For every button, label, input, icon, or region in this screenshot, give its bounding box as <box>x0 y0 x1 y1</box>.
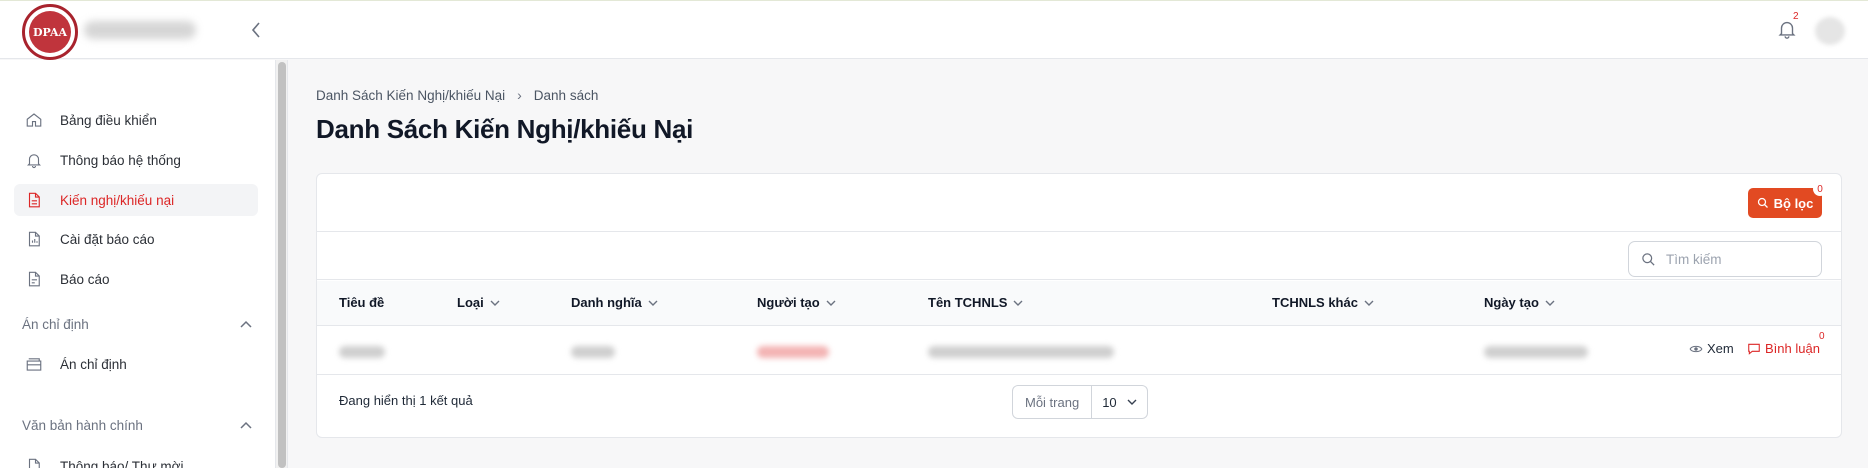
eye-icon <box>1689 345 1703 352</box>
sidebar-item-label: Án chỉ định <box>60 356 127 372</box>
report-icon <box>24 269 44 289</box>
breadcrumb-link[interactable]: Danh Sách Kiến Nghị/khiếu Nại <box>316 88 505 103</box>
per-page-value: 10 <box>1102 394 1117 410</box>
chevron-down-icon <box>1013 300 1023 306</box>
chevron-down-icon <box>1127 399 1137 405</box>
cell-capacity-redacted <box>571 346 615 358</box>
column-label: Tiêu đề <box>339 295 385 310</box>
collapse-sidebar-button[interactable] <box>244 18 268 42</box>
cell-tchnls-name-redacted <box>928 346 1114 358</box>
document-icon <box>24 190 44 210</box>
filter-button[interactable]: Bộ lọc <box>1748 188 1822 218</box>
section-toggle-appointed-cases[interactable]: Án chỉ định <box>22 314 252 334</box>
sidebar-item-report-settings[interactable]: Cài đặt báo cáo <box>14 223 258 255</box>
comment-count-badge: 0 <box>1819 331 1825 342</box>
result-count-text: Đang hiển thị 1 kết quả <box>339 393 473 408</box>
column-label: Người tạo <box>757 295 820 310</box>
per-page-label: Mỗi trang <box>1013 386 1093 418</box>
sidebar-item-label: Thông báo/ Thư mời <box>60 458 184 468</box>
cell-creator-redacted <box>757 346 829 358</box>
app-logo[interactable]: DPAA <box>22 4 78 60</box>
sidebar-item-label: Kiến nghị/khiếu nại <box>60 192 175 208</box>
chevron-down-icon <box>1364 300 1374 306</box>
main-content: Danh Sách Kiến Nghị/khiếu Nại › Danh sác… <box>289 60 1868 468</box>
chevron-down-icon <box>648 300 658 306</box>
sidebar-scrollbar-thumb[interactable] <box>278 62 286 468</box>
chevron-down-icon <box>1545 300 1555 306</box>
breadcrumb-current: Danh sách <box>533 87 599 103</box>
chevron-left-icon <box>251 22 260 38</box>
home-icon <box>24 110 44 130</box>
search-input[interactable] <box>1666 251 1806 267</box>
per-page-select[interactable]: 10 <box>1092 395 1146 410</box>
sidebar-item-label: Cài đặt báo cáo <box>60 231 155 247</box>
section-toggle-admin-documents[interactable]: Văn bản hành chính <box>22 415 252 435</box>
section-title: Văn bản hành chính <box>22 417 143 433</box>
search-icon <box>1642 252 1655 266</box>
complaints-table-card: Bộ lọc 0 Tiêu đề Loại Danh nghĩa N <box>316 173 1842 438</box>
search-box <box>1628 241 1822 277</box>
chevron-up-icon <box>240 421 252 429</box>
sidebar-item-system-notifications[interactable]: Thông báo hệ thống <box>14 144 258 176</box>
filter-button-label: Bộ lọc <box>1773 195 1814 211</box>
view-button[interactable]: Xem <box>1689 341 1734 356</box>
search-icon <box>1757 197 1768 208</box>
top-header: DPAA 2 <box>0 0 1868 60</box>
sidebar: Bảng điều khiển Thông báo hệ thống Kiến … <box>0 60 276 468</box>
document-icon <box>24 456 44 468</box>
notification-badge: 2 <box>1793 11 1799 22</box>
chevron-right-icon: › <box>517 87 522 103</box>
chevron-down-icon <box>826 300 836 306</box>
cell-created-date-redacted <box>1484 346 1588 358</box>
search-row <box>317 233 1841 280</box>
column-header-creator[interactable]: Người tạo <box>757 295 836 310</box>
chevron-down-icon <box>490 300 500 306</box>
comment-button-label: Bình luận <box>1765 341 1820 356</box>
comment-button[interactable]: Bình luận <box>1747 341 1820 356</box>
column-label: Tên TCHNLS <box>928 295 1008 310</box>
logo-text: DPAA <box>29 11 71 53</box>
table-row[interactable]: Xem Bình luận 0 <box>317 327 1841 375</box>
brand-name-redacted <box>84 21 196 39</box>
breadcrumb: Danh Sách Kiến Nghị/khiếu Nại › Danh sác… <box>316 87 598 103</box>
view-button-label: Xem <box>1707 341 1734 356</box>
page-title: Danh Sách Kiến Nghị/khiếu Nại <box>316 114 694 144</box>
sidebar-item-label: Thông báo hệ thống <box>60 152 181 168</box>
archive-icon <box>24 354 44 374</box>
column-header-type[interactable]: Loại <box>457 295 500 310</box>
sidebar-item-appointed-cases[interactable]: Án chỉ định <box>14 348 258 380</box>
sidebar-item-label: Báo cáo <box>60 271 110 287</box>
column-header-title: Tiêu đề <box>339 295 384 310</box>
column-label: Ngày tạo <box>1484 295 1539 310</box>
column-label: TCHNLS khác <box>1272 295 1358 310</box>
column-header-tchnls-name[interactable]: Tên TCHNLS <box>928 295 1023 310</box>
comment-icon <box>1748 343 1760 355</box>
column-label: Danh nghĩa <box>571 295 642 310</box>
report-settings-icon <box>24 229 44 249</box>
filter-count-badge: 0 <box>1813 182 1827 196</box>
cell-title-redacted <box>339 346 385 358</box>
bell-icon <box>24 150 44 170</box>
avatar[interactable] <box>1815 17 1845 45</box>
chevron-up-icon <box>240 320 252 328</box>
column-label: Loại <box>457 295 484 310</box>
section-title: Án chỉ định <box>22 316 89 332</box>
sidebar-item-label: Bảng điều khiển <box>60 112 157 128</box>
sidebar-item-reports[interactable]: Báo cáo <box>14 263 258 295</box>
column-header-capacity[interactable]: Danh nghĩa <box>571 295 658 310</box>
column-header-created-date[interactable]: Ngày tạo <box>1484 295 1555 310</box>
card-toolbar: Bộ lọc 0 <box>317 174 1841 232</box>
sidebar-item-dashboard[interactable]: Bảng điều khiển <box>14 104 258 136</box>
sidebar-item-notices-invitations[interactable]: Thông báo/ Thư mời <box>14 450 258 468</box>
sidebar-item-complaints[interactable]: Kiến nghị/khiếu nại <box>14 184 258 216</box>
table-header: Tiêu đề Loại Danh nghĩa Người tạo Tên TC… <box>317 281 1841 326</box>
table-footer: Đang hiển thị 1 kết quả Mỗi trang 10 <box>317 376 1841 426</box>
per-page-selector: Mỗi trang 10 <box>1012 385 1148 419</box>
column-header-tchnls-other[interactable]: TCHNLS khác <box>1272 295 1374 310</box>
